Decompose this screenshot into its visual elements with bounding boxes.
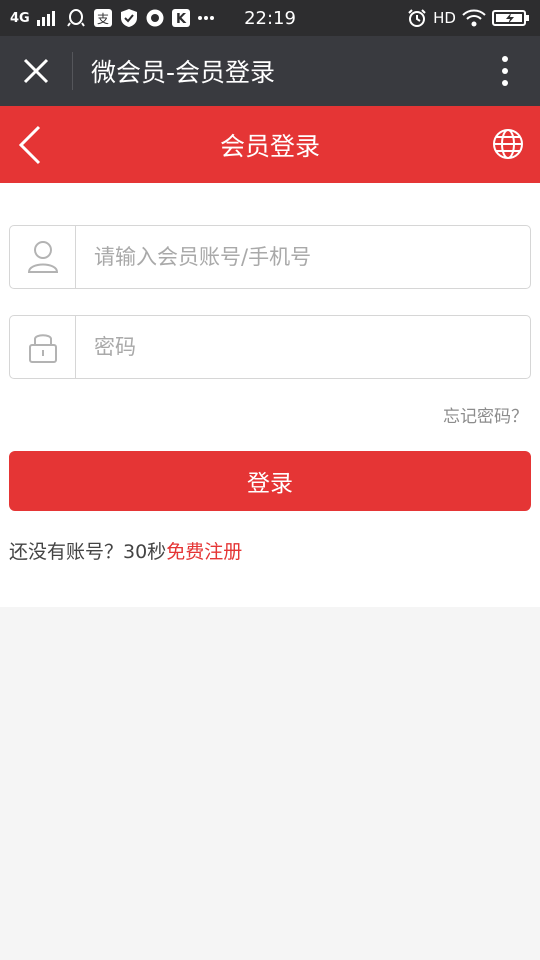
wechat-page-title: 微会员-会员登录 — [91, 58, 276, 87]
shield-icon — [120, 8, 138, 28]
user-icon — [27, 241, 58, 273]
more-menu-button[interactable] — [470, 36, 540, 106]
status-bar: 4G 支 K 22:19 HD — [0, 0, 540, 36]
more-notifications-icon — [197, 15, 215, 21]
login-panel: 忘记密码？ 登录 还没有账号？30秒免费注册 — [0, 183, 540, 607]
password-field — [9, 315, 531, 379]
register-line: 还没有账号？30秒免费注册 — [9, 537, 242, 564]
hd-label: HD — [433, 9, 456, 27]
network-label: 4G — [10, 10, 30, 26]
battery-icon — [492, 9, 530, 27]
close-icon — [23, 58, 49, 84]
status-bar-left: 4G 支 K — [10, 8, 215, 28]
lock-icon — [28, 334, 57, 363]
forgot-password-link[interactable]: 忘记密码？ — [443, 402, 528, 427]
chevron-left-icon — [18, 125, 41, 165]
login-button[interactable]: 登录 — [9, 451, 531, 511]
status-bar-right: HD — [407, 8, 530, 28]
svg-text:K: K — [176, 12, 187, 27]
alipay-icon: 支 — [93, 8, 113, 28]
browser-icon — [145, 8, 165, 28]
wifi-icon — [462, 9, 486, 27]
account-input[interactable] — [76, 226, 530, 288]
more-vertical-icon — [502, 56, 508, 86]
globe-icon — [493, 129, 523, 159]
page-title: 会员登录 — [219, 131, 320, 161]
back-button[interactable] — [8, 120, 52, 170]
password-input[interactable] — [76, 316, 530, 378]
signal-icon — [36, 10, 59, 26]
account-icon-box — [10, 226, 76, 288]
language-button[interactable] — [488, 124, 528, 164]
account-field — [9, 225, 531, 289]
qq-icon — [66, 8, 86, 28]
svg-text:支: 支 — [97, 12, 109, 26]
register-prompt: 还没有账号？30秒 — [9, 541, 167, 563]
register-link[interactable]: 免费注册 — [166, 541, 242, 563]
k-app-icon: K — [171, 9, 190, 27]
page-header: 会员登录 — [0, 106, 540, 183]
close-button[interactable] — [0, 36, 72, 106]
wechat-title-bar: 微会员-会员登录 — [0, 36, 540, 106]
alarm-icon — [407, 8, 427, 28]
password-icon-box — [10, 316, 76, 378]
